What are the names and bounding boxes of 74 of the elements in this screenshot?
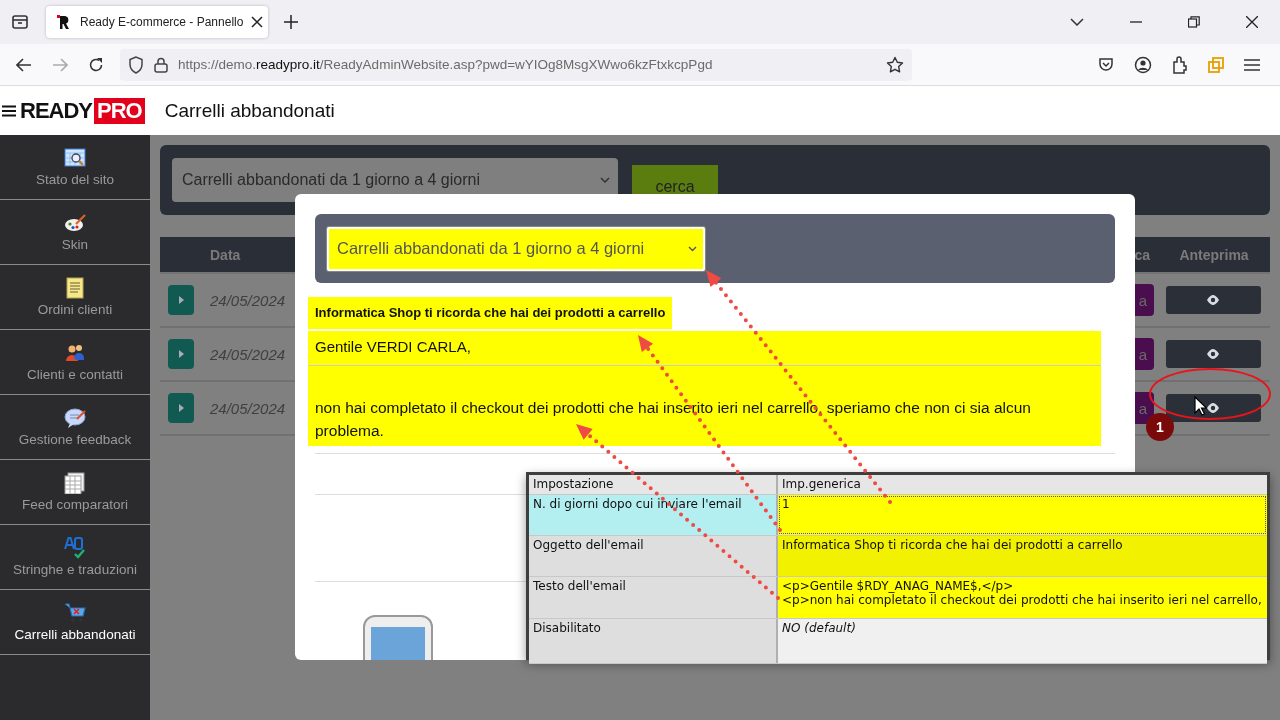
expand-button[interactable]: [168, 285, 194, 315]
email-body: non hai completato il checkout dei prodotti che hai inserito ieri nel carrello, speriamo che non ci sia alcun problema.: [308, 366, 1101, 446]
account-icon[interactable]: [1134, 55, 1152, 74]
eye-icon: [1206, 348, 1220, 360]
expand-button[interactable]: [168, 339, 194, 369]
tab-favicon-icon: [56, 14, 72, 30]
menu-icon[interactable]: [2, 104, 16, 117]
star-icon[interactable]: [886, 55, 904, 74]
setting-name[interactable]: Disabilitato: [529, 619, 778, 663]
sidebar-item[interactable]: Feed comparatori: [0, 460, 150, 525]
column-header: ca: [1134, 246, 1150, 263]
lock-icon: [154, 56, 168, 73]
email-subject: Informatica Shop ti ricorda che hai dei prodotti a carrello: [308, 297, 673, 329]
cart-icon: [64, 602, 86, 624]
play-icon: [178, 296, 184, 304]
tab-title: Ready E-commerce - Pannello: [80, 15, 244, 29]
column-header: Data: [210, 246, 241, 263]
address-bar[interactable]: https://demo.readypro.it/ReadyAdminWebsite.asp?pwd=wYIOg8MsgXWwo6kzFtxkcpPgd: [120, 48, 912, 81]
readypro-logo: READY PRO: [20, 97, 145, 124]
setting-name[interactable]: Testo dell'email: [529, 577, 778, 618]
eye-icon: [1206, 402, 1220, 414]
caret-icon: [600, 177, 610, 183]
setting-value[interactable]: 1: [778, 495, 1267, 535]
table-cell: 24/05/2024: [210, 399, 286, 417]
setting-value[interactable]: NO (default): [778, 619, 1267, 663]
eye-icon: [1206, 294, 1220, 306]
setting-value[interactable]: <p>Gentile $RDY_ANAG_NAME$,</p> <p>non hai completato il checkout dei prodotti che hai inserito ieri nel carrello,: [778, 577, 1267, 618]
close-icon[interactable]: [1246, 16, 1258, 28]
url-text: https://demo.readypro.it/ReadyAdminWebsite.asp?pwd=wYIOg8MsgXWwo6kzFtxkcpPgd: [178, 57, 713, 72]
pocket-icon[interactable]: [1098, 56, 1114, 73]
column-header: Anteprima: [1178, 246, 1250, 263]
sidebar-item[interactable]: Gestione feedback: [0, 395, 150, 460]
sidebar-item[interactable]: Carrelli abbandonati: [0, 590, 150, 655]
setting-value[interactable]: Informatica Shop ti ricorda che hai dei prodotti a carrello: [778, 536, 1267, 576]
table-cell: 24/05/2024: [210, 291, 286, 309]
back-arrow-icon[interactable]: [16, 57, 32, 72]
monitor-magnifier-icon: [64, 147, 86, 169]
shield-icon[interactable]: [128, 55, 144, 74]
step-badge: 1: [1146, 413, 1174, 441]
people-icon: [64, 342, 86, 364]
browser-tab[interactable]: Ready E-commerce - Pannello: [46, 6, 268, 38]
sidebar-item[interactable]: Stringhe e traduzioni: [0, 525, 150, 590]
close-icon[interactable]: [251, 16, 264, 28]
period-dropdown[interactable]: Carrelli abbandonati da 1 giorno a 4 giorni: [327, 226, 705, 271]
document-icon: [64, 277, 86, 299]
sidebar-item[interactable]: Clienti e contatti: [0, 330, 150, 395]
palette-icon: [64, 212, 86, 234]
sidebar-item[interactable]: Stato del sito: [0, 135, 150, 200]
tab-list-icon[interactable]: [11, 14, 29, 30]
chevron-down-icon[interactable]: [1070, 18, 1084, 26]
spellcheck-icon: [64, 537, 86, 559]
cursor-icon: [1194, 396, 1207, 416]
play-icon: [178, 404, 184, 412]
new-tab-icon[interactable]: [284, 15, 298, 29]
setting-name[interactable]: N. di giorni dopo cui inviare l'email: [529, 495, 778, 535]
page-title: Carrelli abbandonati: [164, 99, 335, 122]
expand-button[interactable]: [168, 393, 194, 423]
column-header: Impostazione: [529, 475, 778, 494]
setting-name[interactable]: Oggetto dell'email: [529, 536, 778, 576]
play-icon: [178, 350, 184, 358]
sidebar-item[interactable]: Ordini clienti: [0, 265, 150, 330]
reload-icon[interactable]: [88, 56, 104, 73]
column-header: Imp.generica: [778, 475, 1267, 494]
grid-sheets-icon: [64, 472, 86, 494]
preview-button[interactable]: [1165, 286, 1261, 314]
puzzle-icon[interactable]: [1172, 55, 1188, 74]
restore-icon[interactable]: [1188, 16, 1200, 28]
sidebar-item[interactable]: Skin: [0, 200, 150, 265]
preview-button[interactable]: [1165, 340, 1261, 368]
table-cell: 24/05/2024: [210, 345, 286, 363]
phone-drawing: [363, 615, 433, 660]
email-greeting: Gentile VERDI CARLA,: [308, 331, 1101, 366]
caret-icon: [688, 245, 697, 252]
speech-bubble-icon: [64, 407, 86, 429]
